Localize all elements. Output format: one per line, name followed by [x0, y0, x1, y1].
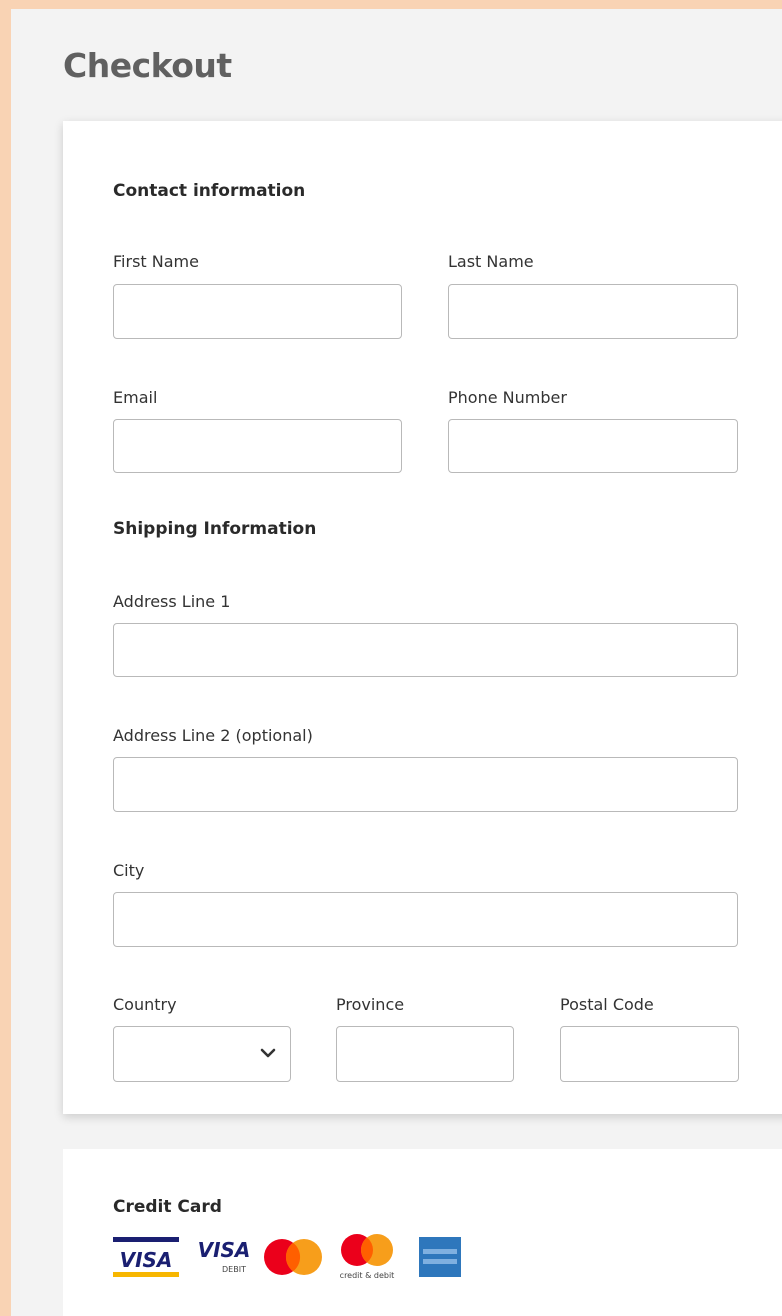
city-input[interactable]: [113, 892, 738, 947]
address-line-1-label: Address Line 1: [113, 592, 231, 611]
email-label: Email: [113, 388, 158, 407]
svg-text:credit & debit: credit & debit: [340, 1271, 395, 1280]
email-field[interactable]: [113, 419, 402, 473]
payment-card: Credit Card VISA VISA DEBIT credit & deb…: [63, 1149, 782, 1316]
city-label: City: [113, 861, 145, 880]
last-name-label: Last Name: [448, 252, 534, 271]
contact-information-heading: Contact information: [113, 181, 306, 201]
shipping-information-heading: Shipping Information: [113, 519, 317, 539]
svg-text:VISA: VISA: [198, 1238, 251, 1262]
svg-text:DEBIT: DEBIT: [222, 1265, 246, 1274]
address-line-2-input[interactable]: [113, 757, 738, 812]
first-name-input[interactable]: [113, 284, 402, 339]
visa-debit-logo: VISA DEBIT: [198, 1238, 251, 1274]
checkout-form-card: Contact information First Name Last Name…: [63, 121, 782, 1114]
phone-number-input[interactable]: [448, 419, 738, 473]
page-title: Checkout: [63, 46, 232, 85]
country-select[interactable]: [113, 1026, 291, 1082]
visa-logo: VISA: [113, 1237, 179, 1277]
credit-card-heading: Credit Card: [113, 1197, 222, 1217]
american-express-logo: [419, 1237, 461, 1277]
phone-number-label: Phone Number: [448, 388, 567, 407]
first-name-label: First Name: [113, 252, 199, 271]
province-input[interactable]: [336, 1026, 514, 1082]
svg-text:VISA: VISA: [120, 1248, 173, 1272]
postal-code-input[interactable]: [560, 1026, 739, 1082]
card-logos: VISA VISA DEBIT credit & debit: [113, 1233, 473, 1283]
mastercard-logo: [264, 1239, 322, 1275]
country-label: Country: [113, 995, 177, 1014]
address-line-1-input[interactable]: [113, 623, 738, 677]
mastercard-debit-logo: credit & debit: [340, 1234, 395, 1280]
postal-code-label: Postal Code: [560, 995, 654, 1014]
last-name-input[interactable]: [448, 284, 738, 339]
province-label: Province: [336, 995, 405, 1014]
chevron-down-icon: [260, 1048, 276, 1058]
address-line-2-label: Address Line 2 (optional): [113, 726, 313, 745]
checkout-page: Checkout Contact information First Name …: [0, 0, 782, 1316]
